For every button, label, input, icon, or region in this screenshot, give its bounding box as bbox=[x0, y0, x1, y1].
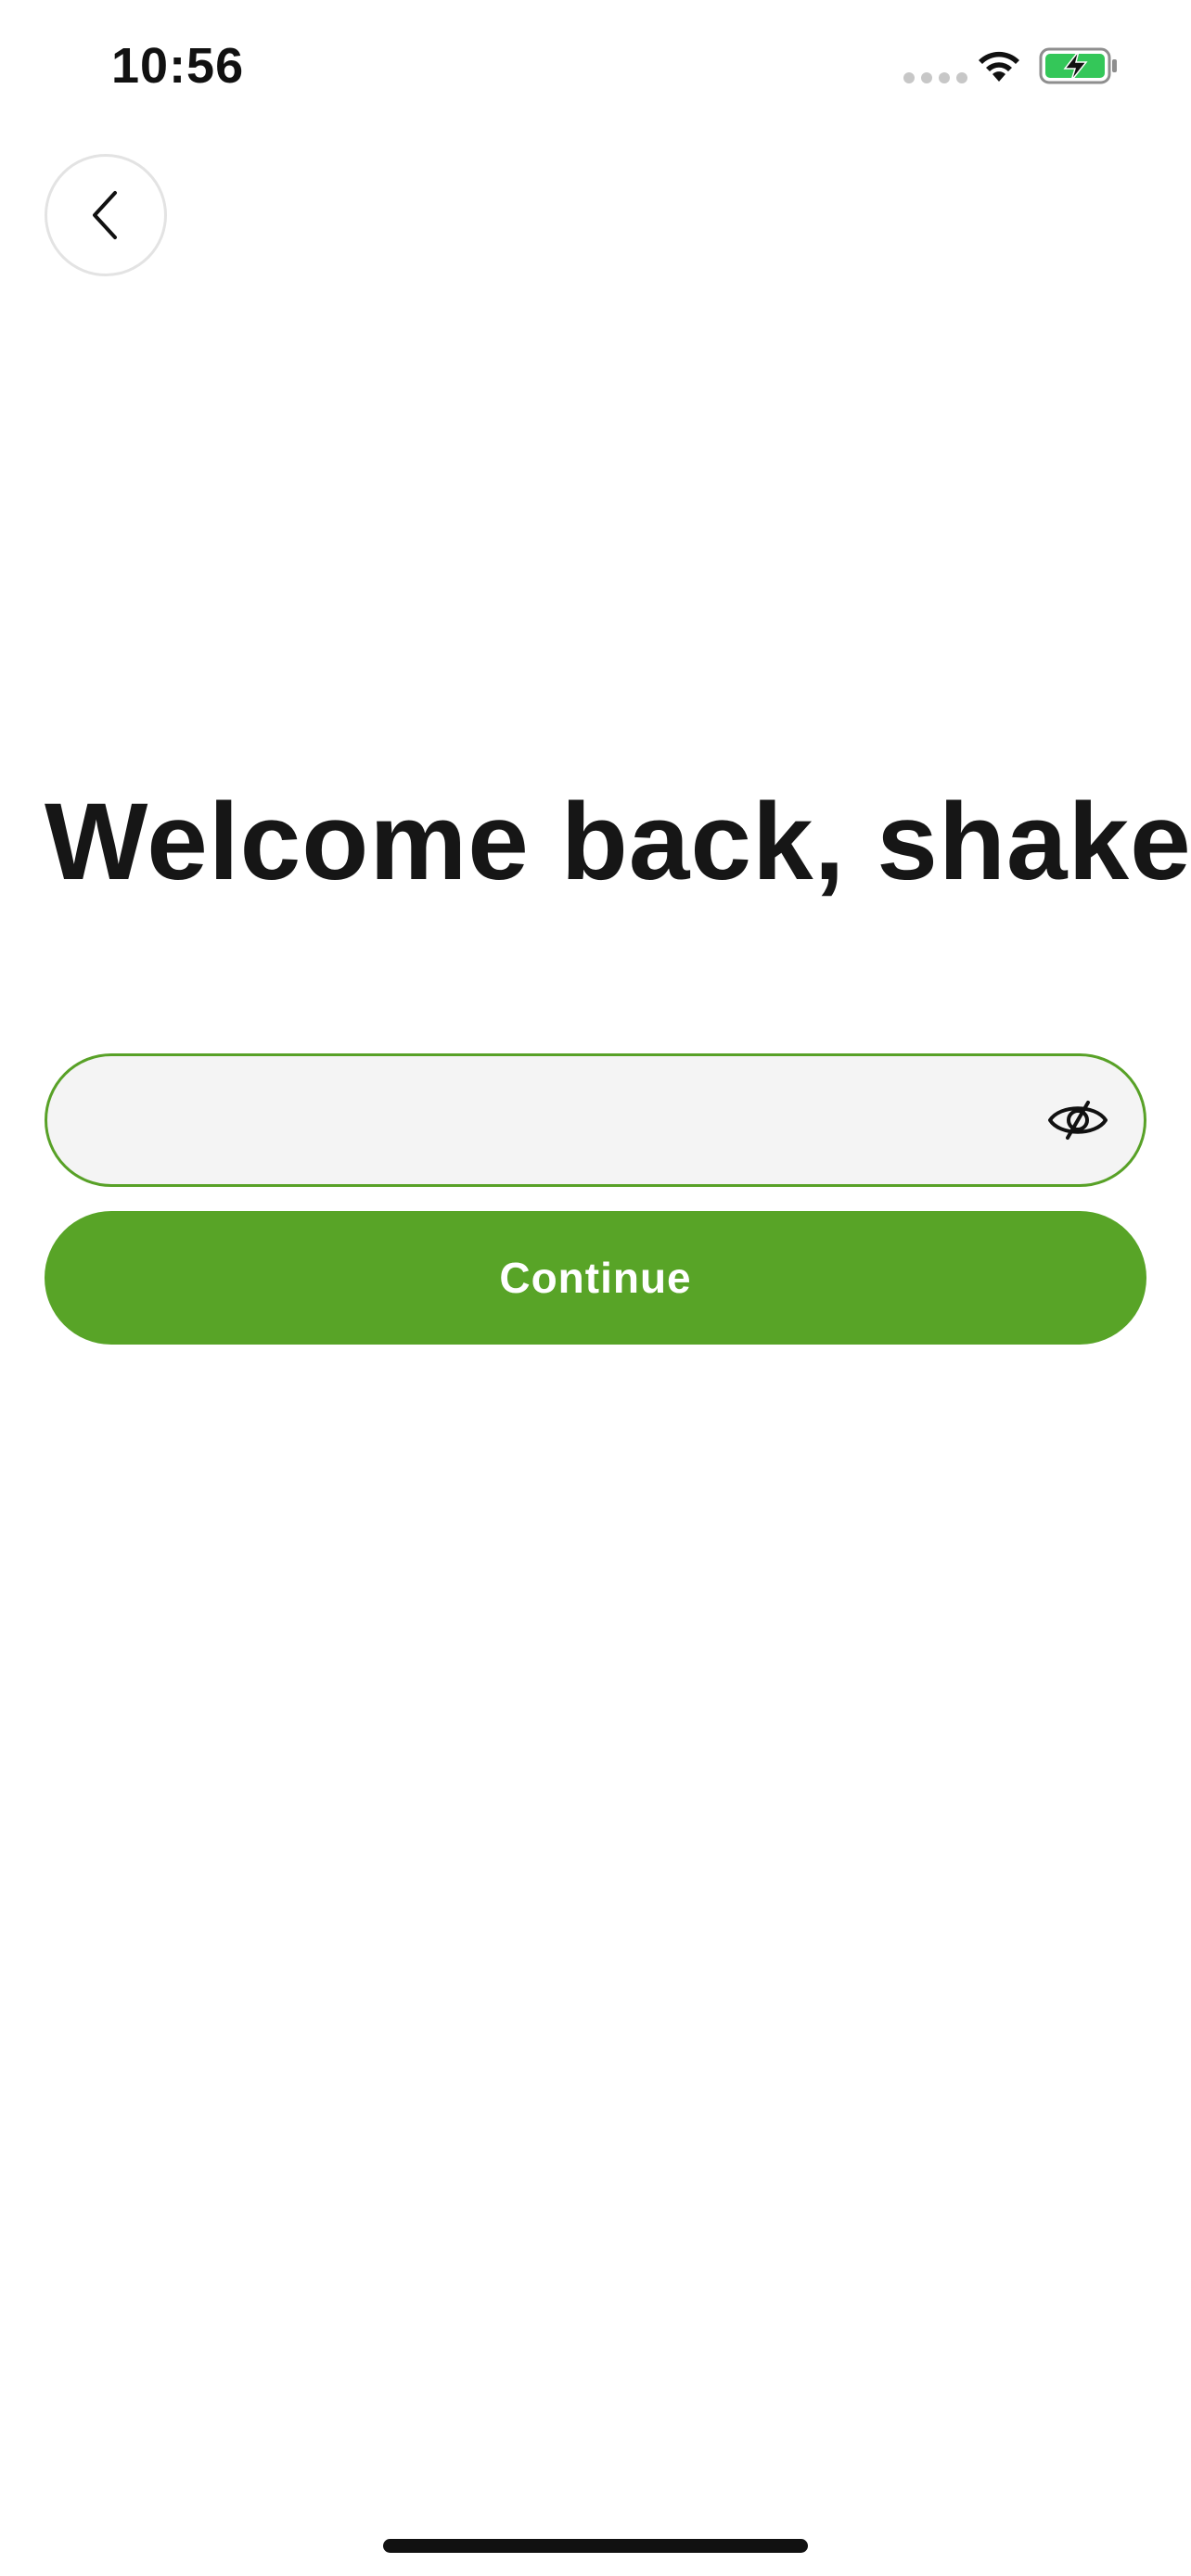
password-field[interactable] bbox=[45, 1053, 1146, 1187]
eye-slash-icon bbox=[1048, 1101, 1108, 1140]
toggle-password-visibility-button[interactable] bbox=[1047, 1091, 1108, 1149]
password-input[interactable] bbox=[84, 1056, 1012, 1184]
cellular-signal-icon bbox=[903, 72, 967, 83]
status-time: 10:56 bbox=[111, 38, 245, 94]
wifi-icon bbox=[979, 51, 1019, 82]
back-button[interactable] bbox=[45, 154, 167, 276]
status-bar: 10:56 bbox=[0, 0, 1191, 139]
home-indicator bbox=[383, 2539, 808, 2553]
continue-button[interactable]: Continue bbox=[45, 1211, 1146, 1345]
chevron-left-icon bbox=[93, 191, 117, 239]
login-password-screen: 10:56 Welcome back, shake! Continue bbox=[0, 0, 1191, 2576]
battery-charging-icon bbox=[1039, 47, 1117, 84]
page-title: Welcome back, shake! bbox=[45, 781, 1191, 903]
